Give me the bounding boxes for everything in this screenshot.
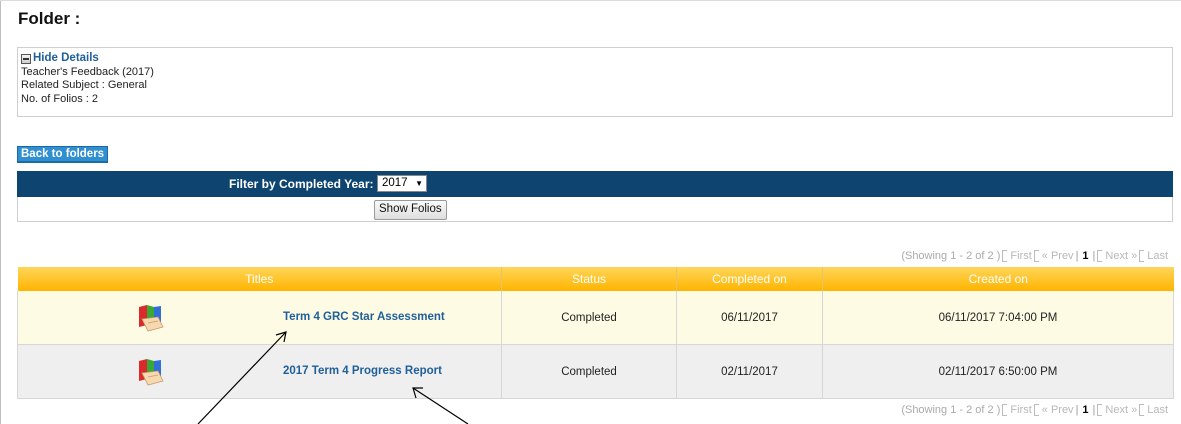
pager-next[interactable]: Next » bbox=[1105, 404, 1137, 416]
folio-count: No. of Folios : 2 bbox=[21, 92, 99, 105]
pager-bracket-icon bbox=[1002, 404, 1008, 416]
page-title: Folder : bbox=[18, 9, 81, 28]
related-subject: Related Subject : General bbox=[21, 79, 147, 91]
folio-book-icon[interactable] bbox=[136, 357, 166, 387]
filter-bar: Filter by Completed Year: 2017 ▼ bbox=[17, 171, 1173, 197]
pager-bracket-icon bbox=[1097, 250, 1103, 262]
folder-details-panel: Hide Details Teacher's Feedback (2017) R… bbox=[17, 47, 1173, 117]
dropdown-arrow-icon: ▼ bbox=[415, 179, 423, 188]
pager-top: (Showing 1 - 2 of 2 ) First « Prev | 1 |… bbox=[901, 250, 1168, 262]
col-header-status[interactable]: Status bbox=[501, 267, 677, 291]
pager-showing: (Showing 1 - 2 of 2 ) bbox=[901, 404, 1001, 416]
pager-last[interactable]: Last bbox=[1147, 404, 1168, 416]
pager-last[interactable]: Last bbox=[1147, 250, 1168, 262]
pager-bracket-icon bbox=[1033, 250, 1039, 262]
pager-bracket-icon bbox=[1139, 250, 1145, 262]
pager-current[interactable]: 1 bbox=[1080, 250, 1090, 262]
title-cell: 2017 Term 4 Progress Report bbox=[17, 344, 502, 399]
col-header-created-on[interactable]: Created on bbox=[822, 267, 1174, 291]
year-select-value: 2017 bbox=[382, 177, 408, 189]
year-select[interactable]: 2017 ▼ bbox=[377, 175, 427, 192]
completed-on-cell: 06/11/2017 bbox=[676, 291, 823, 345]
status-cell: Completed bbox=[501, 291, 677, 345]
filter-actions-row: Show Folios bbox=[17, 197, 1173, 222]
pager-prev[interactable]: « Prev bbox=[1042, 250, 1074, 262]
show-folios-button[interactable]: Show Folios bbox=[374, 200, 447, 220]
pager-first[interactable]: First bbox=[1010, 404, 1031, 416]
pager-prev[interactable]: « Prev bbox=[1042, 404, 1074, 416]
title-cell: Term 4 GRC Star Assessment bbox=[17, 291, 502, 345]
pager-bracket-icon bbox=[1139, 404, 1145, 416]
hide-details-toggle[interactable]: Hide Details bbox=[21, 52, 1172, 66]
table-row[interactable]: Term 4 GRC Star Assessment Completed 06/… bbox=[17, 291, 1174, 345]
pager-bottom: (Showing 1 - 2 of 2 ) First « Prev | 1 |… bbox=[901, 404, 1168, 416]
collapse-icon[interactable] bbox=[21, 53, 31, 64]
pager-separator: | bbox=[1092, 250, 1096, 262]
page-left-border bbox=[0, 0, 1, 424]
col-header-titles[interactable]: Titles bbox=[17, 267, 502, 291]
col-header-completed-on[interactable]: Completed on bbox=[676, 267, 823, 291]
pager-showing: (Showing 1 - 2 of 2 ) bbox=[901, 250, 1001, 262]
pager-current[interactable]: 1 bbox=[1080, 404, 1090, 416]
pager-first[interactable]: First bbox=[1010, 250, 1031, 262]
folio-title-link[interactable]: Term 4 GRC Star Assessment bbox=[283, 311, 445, 323]
pager-bracket-icon bbox=[1097, 404, 1103, 416]
created-on-cell: 06/11/2017 7:04:00 PM bbox=[822, 291, 1174, 345]
filter-label: Filter by Completed Year: bbox=[229, 177, 374, 191]
folio-book-icon[interactable] bbox=[136, 303, 166, 333]
table-header-row: Titles Status Completed on Created on bbox=[17, 267, 1174, 291]
hide-details-link[interactable]: Hide Details bbox=[33, 52, 99, 66]
folder-name: Teacher's Feedback (2017) bbox=[21, 65, 154, 78]
pager-bracket-icon bbox=[1002, 250, 1008, 262]
table-row[interactable]: 2017 Term 4 Progress Report Completed 02… bbox=[17, 344, 1174, 399]
completed-on-cell: 02/11/2017 bbox=[676, 344, 823, 399]
folios-table: Titles Status Completed on Created on Te… bbox=[17, 267, 1174, 399]
back-to-folders-button[interactable]: Back to folders bbox=[17, 146, 109, 163]
status-cell: Completed bbox=[501, 344, 677, 399]
created-on-cell: 02/11/2017 6:50:00 PM bbox=[822, 344, 1174, 399]
pager-separator: | bbox=[1075, 404, 1079, 416]
pager-separator: | bbox=[1075, 250, 1079, 262]
pager-bracket-icon bbox=[1033, 404, 1039, 416]
pager-next[interactable]: Next » bbox=[1105, 250, 1137, 262]
pager-separator: | bbox=[1092, 404, 1096, 416]
page-top-border bbox=[0, 0, 1181, 1]
folio-title-link[interactable]: 2017 Term 4 Progress Report bbox=[283, 365, 442, 377]
